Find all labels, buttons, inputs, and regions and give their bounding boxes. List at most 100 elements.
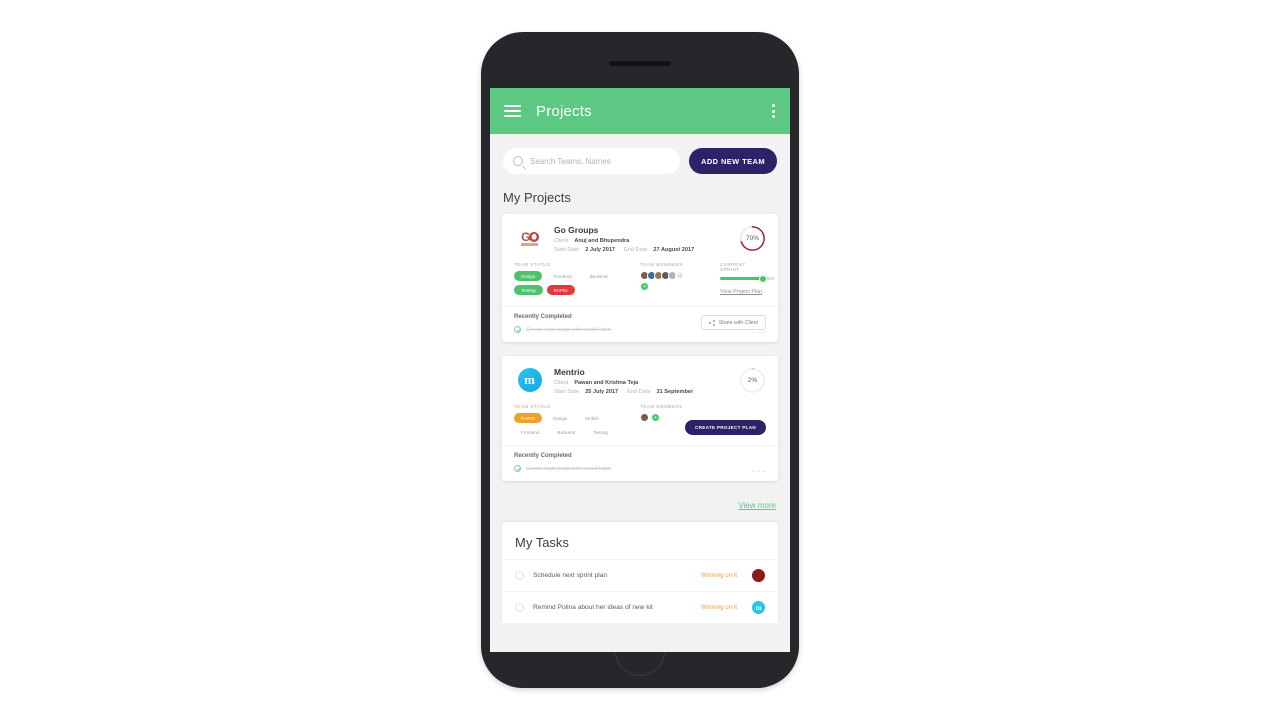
- task-assignee-avatar[interactable]: [752, 569, 765, 582]
- end-date-value: 31 September: [656, 389, 694, 395]
- add-member-icon[interactable]: +: [640, 282, 649, 291]
- phone-frame: Projects ADD NEW TEAM My Projects: [481, 32, 799, 688]
- team-status-column: TEAM STATUS RAPID Design Mobile Frontend Bac…: [514, 404, 634, 437]
- task-assignee-avatar[interactable]: m: [752, 601, 765, 614]
- task-label: Remind Polina about her ideas of new kit: [533, 604, 653, 611]
- scroll-body[interactable]: ADD NEW TEAM My Projects GO Go Groups Cl…: [490, 134, 790, 652]
- app-bar: Projects: [490, 88, 790, 134]
- team-members-label: TEAM MEMBERS: [640, 262, 683, 267]
- phone-screen: Projects ADD NEW TEAM My Projects: [490, 88, 790, 652]
- status-chip[interactable]: RAPID: [546, 285, 575, 295]
- start-date-label: Start Date: [554, 389, 580, 395]
- task-label: Create login page with social login: [526, 465, 611, 472]
- team-member-avatars-row2[interactable]: +: [640, 282, 714, 291]
- create-project-plan-button[interactable]: CREATE PROJECT PLAN: [685, 420, 766, 435]
- status-chip[interactable]: RAPID: [514, 413, 543, 423]
- status-chip[interactable]: Design: [514, 271, 543, 281]
- search-row: ADD NEW TEAM: [490, 134, 790, 184]
- mentrio-logo: m: [514, 367, 545, 393]
- status-chip[interactable]: Design: [546, 413, 574, 423]
- task-row[interactable]: Schedule next sprint plan Working on it: [502, 559, 778, 591]
- card-overflow-dots[interactable]: • • •: [753, 330, 766, 336]
- status-chip[interactable]: Backend: [550, 427, 582, 437]
- team-members-label: TEAM MEMBERS: [640, 404, 683, 409]
- status-chip[interactable]: Testing: [514, 285, 543, 295]
- hamburger-icon[interactable]: [504, 105, 521, 117]
- progress-ring-svg: [740, 368, 765, 393]
- search-box[interactable]: [503, 148, 681, 174]
- avatar-overflow[interactable]: +6: [675, 271, 684, 280]
- progress-ring: 2%: [739, 367, 766, 394]
- progress-ring: 70%: [739, 225, 766, 252]
- project-stats-row: TEAM STATUS Design Frontend Backend Testing…: [502, 260, 778, 306]
- share-with-client-button[interactable]: Share with Client: [700, 315, 766, 330]
- my-tasks-heading: My Tasks: [515, 535, 569, 550]
- status-chip[interactable]: Frontend: [514, 427, 546, 437]
- task-checkbox[interactable]: [515, 571, 524, 580]
- recently-completed-task[interactable]: Create login page with social login: [514, 465, 766, 472]
- task-checkbox[interactable]: [515, 603, 524, 612]
- view-project-plan-link[interactable]: View Project Plan: [720, 289, 762, 295]
- status-chip[interactable]: Backend: [583, 271, 615, 281]
- my-tasks-card: My Tasks Schedule next sprint plan Workin…: [502, 522, 778, 623]
- start-date-value: 2 July 2017: [585, 247, 616, 253]
- share-button-label: Share with Client: [718, 319, 758, 326]
- share-icon: [708, 319, 715, 326]
- project-name: Mentrio: [554, 367, 585, 377]
- project-card-header: m Mentrio Client Pawan and Krishna Teja S…: [502, 356, 778, 402]
- current-sprint-label: CURRENT SPRINT: [720, 262, 746, 272]
- team-status-label: TEAM STATUS: [514, 404, 551, 409]
- project-dates-line: Start Date 2 July 2017 End Date 27 August 2…: [554, 247, 739, 253]
- status-chip[interactable]: Frontend: [546, 271, 578, 281]
- screenshot-stage: Projects ADD NEW TEAM My Projects: [0, 0, 1280, 720]
- phone-speaker: [609, 61, 671, 66]
- team-members-column: TEAM MEMBERS +6 +: [640, 262, 714, 298]
- avatar[interactable]: [640, 413, 649, 422]
- project-card-header: GO Go Groups Client Anuj and Bhupendra St…: [502, 214, 778, 260]
- project-client-line: Client Pawan and Krishna Teja: [554, 380, 739, 386]
- status-chip[interactable]: Testing: [586, 427, 615, 437]
- project-client-line: Client Anuj and Bhupendra: [554, 238, 739, 244]
- task-label: Create login page with social login: [526, 326, 611, 333]
- start-date-label: Start Date: [554, 247, 580, 253]
- client-value: Pawan and Krishna Teja: [574, 380, 639, 386]
- client-label: Client: [554, 238, 569, 244]
- task-row[interactable]: Remind Polina about her ideas of new kit…: [502, 591, 778, 623]
- add-new-team-button[interactable]: ADD NEW TEAM: [689, 148, 777, 174]
- team-member-avatars[interactable]: +6: [640, 271, 714, 280]
- project-meta: Mentrio Client Pawan and Krishna Teja Sta…: [554, 367, 739, 398]
- create-plan-column: CREATE PROJECT PLAN: [685, 404, 766, 437]
- client-label: Client: [554, 380, 569, 386]
- project-name: Go Groups: [554, 225, 599, 235]
- page-title: Projects: [536, 102, 592, 120]
- team-status-label: TEAM STATUS: [514, 262, 551, 267]
- team-status-chips[interactable]: Design Frontend Backend Testing RAPID: [514, 271, 626, 295]
- project-meta: Go Groups Client Anuj and Bhupendra Start…: [554, 225, 739, 256]
- end-date-label: End Date: [624, 247, 648, 253]
- task-status[interactable]: Working on it: [701, 604, 737, 611]
- view-more-link[interactable]: View more: [738, 501, 776, 510]
- progress-ring-svg: [740, 226, 765, 251]
- task-label: Schedule next sprint plan: [533, 572, 608, 579]
- add-member-icon[interactable]: +: [651, 413, 660, 422]
- client-value: Anuj and Bhupendra: [574, 238, 630, 244]
- search-icon: [513, 156, 523, 166]
- my-projects-heading: My Projects: [503, 190, 571, 205]
- project-card-mentrio[interactable]: m Mentrio Client Pawan and Krishna Teja S…: [502, 356, 778, 481]
- check-circle-icon: [514, 465, 521, 472]
- card-overflow-dots[interactable]: • • •: [753, 469, 766, 475]
- recently-completed-section: Recently Completed Create login page wit…: [502, 445, 778, 481]
- my-tasks-list[interactable]: Schedule next sprint plan Working on it Re…: [502, 559, 778, 623]
- end-date-label: End Date: [627, 389, 651, 395]
- project-dates-line: Start Date 25 July 2017 End Date 31 Septemb…: [554, 389, 739, 395]
- search-input[interactable]: [530, 156, 671, 166]
- current-sprint-column: CURRENT SPRINT View Project Plan: [720, 262, 775, 298]
- sprint-slider[interactable]: [720, 274, 775, 283]
- status-chip[interactable]: Mobile: [578, 413, 606, 423]
- kebab-menu-icon[interactable]: [772, 104, 775, 118]
- team-status-chips[interactable]: RAPID Design Mobile Frontend Backend Testing: [514, 413, 626, 437]
- sprint-slider-knob[interactable]: [758, 274, 767, 283]
- task-status[interactable]: Working on it: [701, 572, 737, 579]
- project-card-go-groups[interactable]: GO Go Groups Client Anuj and Bhupendra St…: [502, 214, 778, 342]
- team-status-column: TEAM STATUS Design Frontend Backend Testing…: [514, 262, 634, 298]
